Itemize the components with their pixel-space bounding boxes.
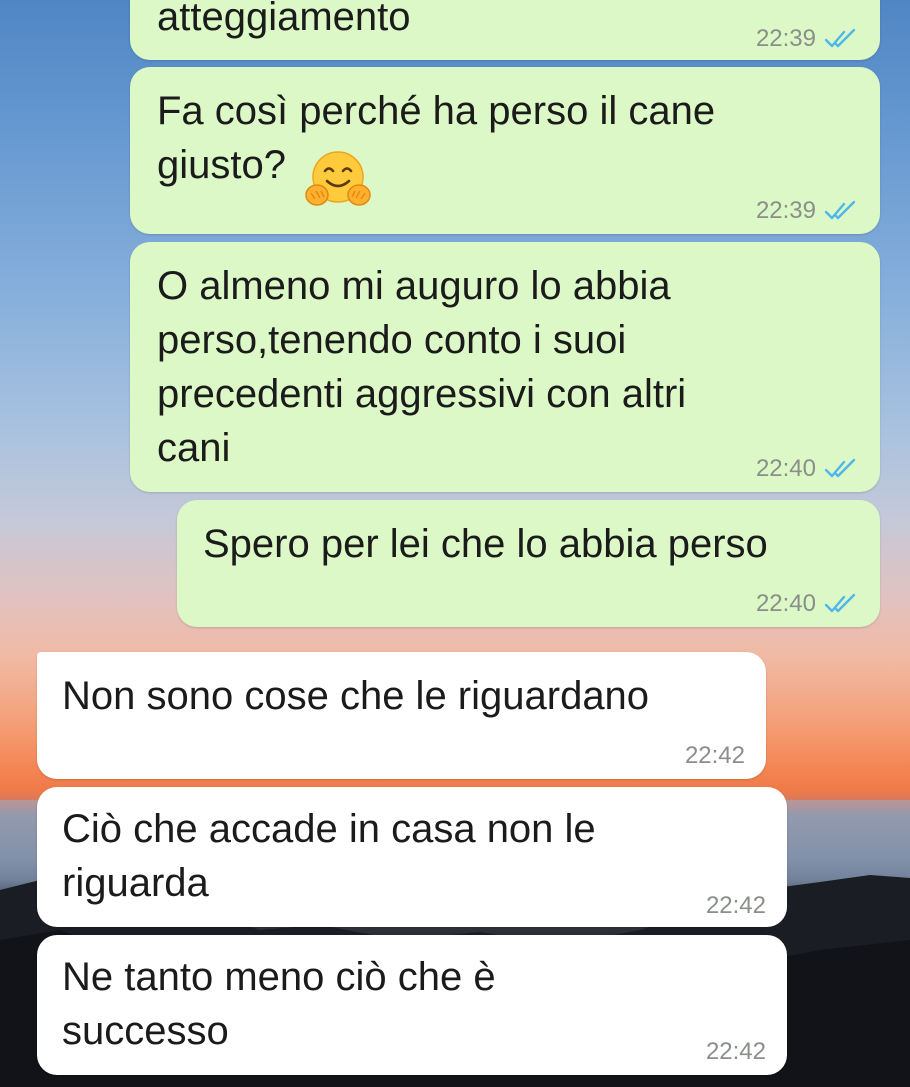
message-meta: 22:40 <box>756 590 858 618</box>
message-bubble-outgoing[interactable]: O almeno mi auguro lo abbia perso,tenend… <box>130 242 880 492</box>
message-bubble-outgoing[interactable]: Fa così perché ha perso il cane giusto? … <box>130 67 880 234</box>
message-meta: 22:39 <box>756 25 858 53</box>
message-bubble-outgoing[interactable]: Spero per lei che lo abbia perso 22:40 <box>177 500 880 627</box>
read-double-tick-icon <box>824 458 856 478</box>
message-text: Ne tanto meno ciò che è successo <box>62 955 496 1053</box>
message-meta: 22:42 <box>685 742 745 770</box>
message-time: 22:40 <box>755 455 816 482</box>
message-text: Ciò che accade in casa non le riguarda <box>62 807 596 905</box>
message-meta: 22:42 <box>706 1038 766 1066</box>
message-text: atteggiamento <box>157 0 411 39</box>
message-time: 22:42 <box>705 1038 766 1065</box>
message-time: 22:39 <box>755 197 816 224</box>
hugging-face-emoji <box>305 151 371 206</box>
message-time: 22:39 <box>755 25 816 52</box>
message-time: 22:40 <box>755 590 816 617</box>
message-text: Non sono cose che le riguardano <box>62 674 650 718</box>
message-time: 22:42 <box>705 892 766 919</box>
message-bubble-outgoing[interactable]: atteggiamento 22:39 <box>130 0 880 60</box>
read-double-tick-icon <box>824 200 856 220</box>
message-meta: 22:42 <box>706 892 766 920</box>
read-double-tick-icon <box>824 593 856 613</box>
message-text: Spero per lei che lo abbia perso <box>203 522 768 566</box>
message-meta: 22:39 <box>756 197 858 225</box>
message-text: O almeno mi auguro lo abbia perso,tenend… <box>157 264 687 470</box>
message-text: Fa così perché ha perso il cane giusto? <box>157 89 716 187</box>
read-double-tick-icon <box>824 28 856 48</box>
message-meta: 22:40 <box>756 455 858 483</box>
message-bubble-incoming[interactable]: Ne tanto meno ciò che è successo 22:42 <box>37 935 787 1075</box>
message-bubble-incoming[interactable]: Non sono cose che le riguardano 22:42 <box>37 652 766 779</box>
message-bubble-incoming[interactable]: Ciò che accade in casa non le riguarda 2… <box>37 787 787 927</box>
message-time: 22:42 <box>684 742 745 769</box>
